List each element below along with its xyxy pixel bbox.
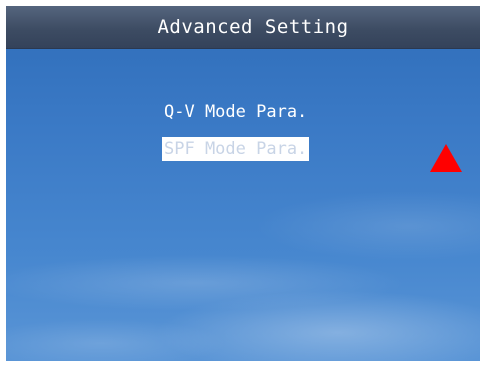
settings-menu: Q-V Mode Para. SPF Mode Para. [162,100,310,174]
menu-item-qv-mode-para[interactable]: Q-V Mode Para. [162,100,309,124]
title-bar: Advanced Setting [6,6,480,49]
page-title: Advanced Setting [157,16,349,38]
menu-item-spf-mode-para[interactable]: SPF Mode Para. [162,137,310,161]
device-screen: Advanced Setting Q-V Mode Para. SPF Mode… [6,6,480,361]
up-triangle-icon[interactable] [430,144,462,172]
